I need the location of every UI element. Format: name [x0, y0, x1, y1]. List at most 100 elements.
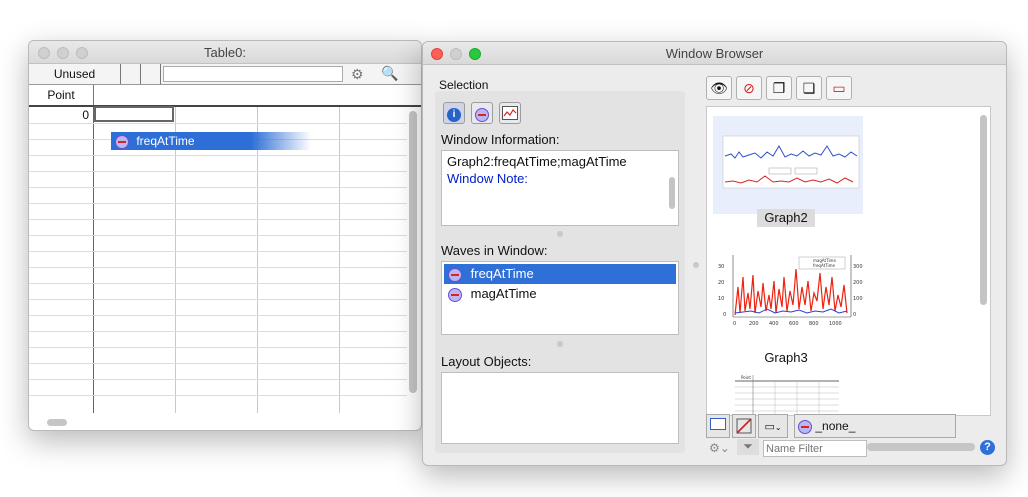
- graph-icon: [502, 106, 518, 120]
- splitter-handle[interactable]: [557, 231, 563, 237]
- grid-row-line: [29, 251, 407, 252]
- grid-divider: [257, 107, 258, 413]
- selected-cell[interactable]: [94, 106, 174, 122]
- grid-row-line: [29, 395, 407, 396]
- grid-row-line: [29, 347, 407, 348]
- grid-row-line: [29, 203, 407, 204]
- wave-filter-field[interactable]: _none_: [794, 414, 956, 438]
- table-filter-button[interactable]: [732, 414, 756, 438]
- wave-icon: [448, 267, 462, 282]
- slash-icon: [736, 418, 752, 434]
- graph3-preview: 30 20 10 0 300 200 100 0 magAtTime freqA…: [718, 255, 863, 327]
- graph2-thumbnail[interactable]: [713, 116, 863, 214]
- grid-row-line: [29, 235, 407, 236]
- x-tick: 1000: [829, 321, 842, 327]
- waves-tab-button[interactable]: [471, 102, 493, 124]
- x-tick: 200: [749, 321, 759, 327]
- x-tick: 0: [733, 321, 736, 327]
- grid-row-line: [29, 299, 407, 300]
- stack-front-icon: ❐: [772, 80, 786, 96]
- left-tick: 0: [723, 312, 726, 318]
- wave-icon: [475, 108, 489, 123]
- dragged-wave-item[interactable]: freqAtTime: [111, 132, 311, 150]
- x-tick: 400: [769, 321, 779, 327]
- info-scrollbar[interactable]: [669, 177, 675, 209]
- settings-gear-icon[interactable]: ⚙⌄: [709, 441, 730, 455]
- window-note-label: Window Note:: [447, 171, 528, 186]
- left-tick: 10: [718, 296, 724, 302]
- row-index: 0: [82, 108, 89, 122]
- x-tick: 800: [809, 321, 819, 327]
- grid-divider: [93, 107, 94, 413]
- left-tick: 30: [718, 264, 724, 270]
- window-filter-icon: ▭: [764, 421, 775, 433]
- wave-icon: [115, 134, 129, 149]
- wave-list-item[interactable]: magAtTime: [444, 284, 676, 304]
- graph-filter-button[interactable]: [706, 414, 730, 438]
- unused-label: Unused: [29, 64, 121, 84]
- table-titlebar: Table0:: [29, 41, 421, 64]
- waves-list[interactable]: freqAtTime magAtTime: [441, 261, 679, 335]
- table-grid[interactable]: 0: [29, 106, 407, 413]
- wave-list-item[interactable]: freqAtTime: [444, 264, 676, 284]
- table-thumb-header: Point: [741, 375, 751, 380]
- grid-row-line: [29, 379, 407, 380]
- waves-in-window-label: Waves in Window:: [441, 243, 548, 258]
- legend-entry: freqAtTime: [813, 263, 836, 268]
- table-title: Table0:: [204, 45, 246, 60]
- right-tick: 100: [853, 296, 863, 302]
- window-info-box[interactable]: Graph2:freqAtTime;magAtTime Window Note:: [441, 150, 679, 226]
- graph-tab-button[interactable]: [499, 102, 521, 124]
- window-info-label: Window Information:: [441, 132, 560, 147]
- table-entry-bar: Unused ⚙ 🔍: [29, 64, 421, 85]
- help-icon[interactable]: ?: [980, 440, 995, 455]
- thumbnail-size-slider[interactable]: [867, 443, 975, 451]
- gear-icon[interactable]: ⚙: [351, 66, 364, 83]
- grid-row-line: [29, 315, 407, 316]
- layout-objects-label: Layout Objects:: [441, 354, 532, 369]
- info-tab-button[interactable]: i: [443, 102, 465, 124]
- grid-row-line: [29, 331, 407, 332]
- graph3-caption[interactable]: Graph3: [757, 350, 815, 365]
- table-horizontal-scrollbar[interactable]: [47, 419, 67, 426]
- thumbnail-scrollbar[interactable]: [980, 115, 987, 305]
- wave-icon: [798, 419, 812, 434]
- chevron-down-icon: ⌄: [774, 423, 782, 432]
- window-type-menu[interactable]: ▭⌄: [758, 414, 788, 438]
- hide-window-button[interactable]: ⊘: [736, 76, 762, 100]
- table-window: Table0: Unused ⚙ 🔍 Point 0 freqAtTime: [28, 40, 422, 431]
- left-tick: 20: [718, 280, 724, 286]
- grid-divider: [339, 107, 340, 413]
- entry-cell-a[interactable]: [121, 64, 141, 84]
- table-thumbnail[interactable]: Point: [735, 375, 839, 415]
- layout-objects-list[interactable]: [441, 372, 679, 444]
- x-tick: 600: [789, 321, 799, 327]
- name-filter-input[interactable]: [763, 440, 867, 457]
- table-vertical-scrollbar[interactable]: [409, 111, 417, 393]
- grid-row-line: [29, 123, 407, 124]
- kill-window-button[interactable]: ▭: [826, 76, 852, 100]
- inspect-icon[interactable]: 🔍: [381, 65, 398, 82]
- header-divider: [93, 85, 94, 105]
- browser-title: Window Browser: [665, 46, 764, 61]
- right-tick: 300: [853, 264, 863, 270]
- grid-row-line: [29, 187, 407, 188]
- dragged-wave-label: freqAtTime: [136, 134, 195, 148]
- entry-cell-b[interactable]: [141, 64, 161, 84]
- graph2-caption[interactable]: Graph2: [757, 209, 815, 227]
- show-window-button[interactable]: 👁: [706, 76, 732, 100]
- grid-divider: [175, 107, 176, 413]
- graph3-thumbnail[interactable]: 30 20 10 0 300 200 100 0 magAtTime freqA…: [713, 247, 863, 337]
- entry-field[interactable]: [163, 66, 343, 82]
- grid-row-line: [29, 363, 407, 364]
- bring-to-front-button[interactable]: ❐: [766, 76, 792, 100]
- thumbnail-panel[interactable]: Graph2 30 20 10 0 300 200 100 0 magAtTim…: [706, 106, 991, 416]
- right-tick: 200: [853, 280, 863, 286]
- wave-name: freqAtTime: [470, 266, 534, 281]
- eye-icon: 👁: [710, 80, 728, 96]
- pane-splitter[interactable]: [693, 262, 699, 268]
- info-icon: i: [447, 108, 461, 122]
- splitter-handle[interactable]: [557, 341, 563, 347]
- funnel-icon[interactable]: ⏷: [737, 439, 759, 455]
- send-to-back-button[interactable]: ❏: [796, 76, 822, 100]
